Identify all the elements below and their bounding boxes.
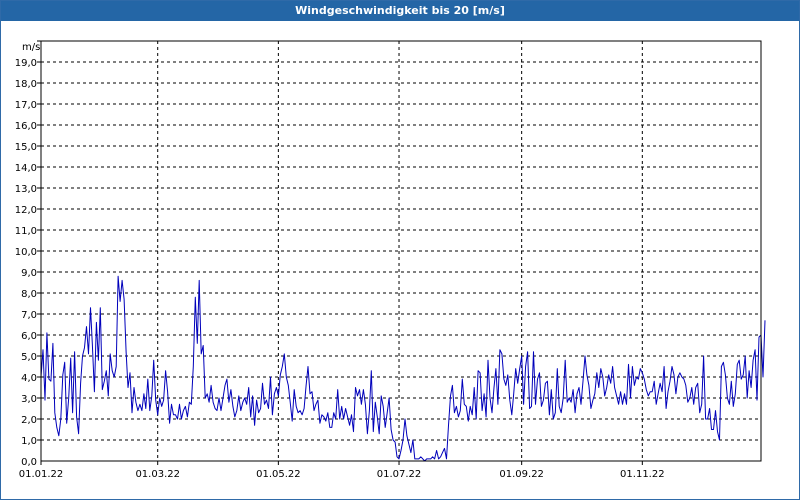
y-tick-label: 14,0 <box>15 163 37 174</box>
x-tick-label: 01.03.22 <box>135 469 180 480</box>
line-chart: m/s 1,02,03,04,05,06,07,08,09,010,011,01… <box>15 40 766 480</box>
y-tick-label: 8,0 <box>21 289 37 300</box>
series-line <box>40 275 766 462</box>
chart-window: Windgeschwindigkeit bis 20 [m/s] m/s 1,0… <box>0 0 800 500</box>
y-tick-label: 19,0 <box>15 58 37 69</box>
y-tick-label: 3,0 <box>21 394 37 405</box>
series-group <box>40 275 766 462</box>
x-tick-label: 01.05.22 <box>256 469 301 480</box>
y-axis-ticks: 1,0 2,0 3,0 4,0 5,0 6,0 7,0 8,0 9,0 10,0 11,0 12,0 1… <box>15 40 41 468</box>
y-tick-label: 13,0 <box>15 184 37 195</box>
y-tick-label: 10,0 <box>15 247 37 258</box>
y-tick-label: 2,0 <box>21 415 37 426</box>
y-tick-label: 7,0 <box>21 310 37 321</box>
x-tick-label: 01.09.22 <box>499 469 544 480</box>
y-tick-label: 4,0 <box>21 373 37 384</box>
y-tick-label: 11,0 <box>15 226 37 237</box>
y-tick-label: 18,0 <box>15 79 37 90</box>
x-tick-label: 01.01.22 <box>19 469 64 480</box>
y-tick-label: 16,0 <box>15 121 37 132</box>
y-tick-label: 12,0 <box>15 205 37 216</box>
y-axis-label: m/s <box>22 42 40 53</box>
y-tick-label: 6,0 <box>21 331 37 342</box>
y-tick-label: 15,0 <box>15 142 37 153</box>
y-tick-label: 17,0 <box>15 100 37 111</box>
x-axis-ticks: 01.01.22 01.03.22 01.05.22 01.07.22 01.09.22… <box>19 461 665 480</box>
x-tick-label: 01.07.22 <box>377 469 422 480</box>
x-tick-label: 01.11.22 <box>620 469 665 480</box>
y-tick-label: 1,0 <box>21 436 37 447</box>
y-tick-label: 9,0 <box>21 268 37 279</box>
y-tick-label: 5,0 <box>21 352 37 363</box>
y-tick-label: 0,0 <box>21 457 37 468</box>
